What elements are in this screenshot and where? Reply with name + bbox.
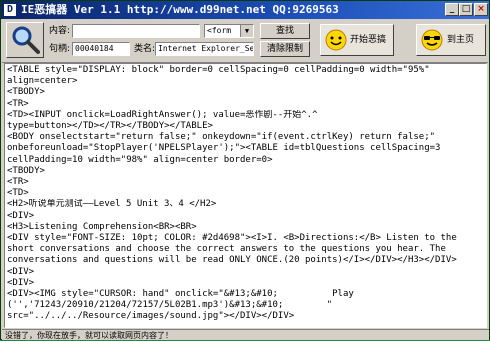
home-button[interactable]: 到主页: [416, 24, 486, 56]
code-line: <TABLE style="DISPLAY: block" border=0 c…: [7, 65, 430, 75]
search-window-button[interactable]: [6, 22, 44, 58]
code-line: short conversations and choose the corre…: [7, 244, 446, 255]
content-input[interactable]: [72, 24, 200, 38]
code-line: <BODY onselectstart="return false;" onke…: [7, 132, 436, 143]
code-line: <TD><INPUT onclick=LoadRightAnswer(); va…: [7, 109, 318, 120]
code-line: <TD>: [7, 188, 29, 199]
code-line: <TBODY>: [7, 87, 45, 98]
maximize-button[interactable]: □: [459, 3, 473, 16]
start-prank-button[interactable]: 开始恶搞: [320, 24, 394, 56]
window-title: IE恶搞器 Ver 1.1 http://www.d99net.net QQ:9…: [21, 3, 339, 16]
home-label: 到主页: [447, 35, 475, 45]
chevron-down-icon[interactable]: ▼: [240, 25, 253, 37]
code-line: <TR>: [7, 177, 29, 188]
class-label: 类名:: [134, 44, 156, 54]
magnifier-icon: [12, 26, 40, 54]
code-line: <DIV style="FONT-SIZE: 10pt; COLOR: #2d4…: [7, 233, 457, 244]
code-line: src="../../../Resource/images/sound.jpg"…: [7, 311, 295, 322]
code-line: <DIV>: [7, 277, 35, 288]
code-line: <H3>Listening Comprehension<BR><BR>: [7, 221, 197, 232]
code-line: <DIV>: [7, 210, 35, 221]
code-line: <TR>: [7, 98, 29, 109]
code-line: onbeforeunload="StopPlayer('NPELSPlayer'…: [7, 143, 441, 154]
handle-field[interactable]: 00040184: [72, 42, 130, 56]
code-line: <TBODY>: [7, 165, 45, 176]
code-line: <DIV>: [7, 266, 35, 277]
code-line: ('','71243/20910/21204/72157/5L02B1.mp3'…: [7, 300, 333, 311]
app-window: D IE恶搞器 Ver 1.1 http://www.d99net.net QQ…: [0, 0, 490, 340]
close-button[interactable]: ×: [474, 3, 488, 16]
tag-select-value: <form: [207, 26, 232, 35]
toolbar: 内容: <form ▼ 查找 句柄: 00040184 类名: Internet…: [2, 20, 488, 63]
class-field[interactable]: Internet Explorer_Serve: [155, 42, 254, 56]
code-line: cellPadding=10 width="98%" align=center …: [7, 154, 273, 165]
title-bar[interactable]: D IE恶搞器 Ver 1.1 http://www.d99net.net QQ…: [1, 1, 489, 19]
tag-select[interactable]: <form ▼: [204, 24, 254, 38]
app-icon: D: [4, 4, 16, 16]
sunglasses-smiley-icon: [421, 29, 443, 51]
content-label: 内容:: [49, 26, 71, 36]
handle-label: 句柄:: [49, 44, 71, 54]
source-code: <TABLE style="DISPLAY: block" border=0 c…: [7, 65, 485, 323]
code-line: <H2>听说单元测试——Level 5 Unit 3、4 </H2>: [7, 199, 217, 210]
start-prank-label: 开始恶搞: [350, 35, 387, 45]
code-line: conversations and questions will be read…: [7, 255, 457, 266]
smiley-icon: [325, 29, 347, 51]
code-line: align=center>: [7, 76, 78, 87]
source-view[interactable]: <TABLE style="DISPLAY: block" border=0 c…: [4, 63, 487, 328]
minimize-button[interactable]: _: [445, 3, 459, 16]
find-button[interactable]: 查找: [260, 23, 310, 39]
code-line: type=button></TD></TR></TBODY></TABLE>: [7, 121, 213, 132]
clear-limit-button[interactable]: 清除限制: [260, 41, 310, 57]
code-line: <DIV><IMG style="CURSOR: hand" onclick="…: [7, 289, 354, 300]
status-bar: 没错了，你现在放手，就可以读取网页内容了！: [2, 329, 489, 340]
